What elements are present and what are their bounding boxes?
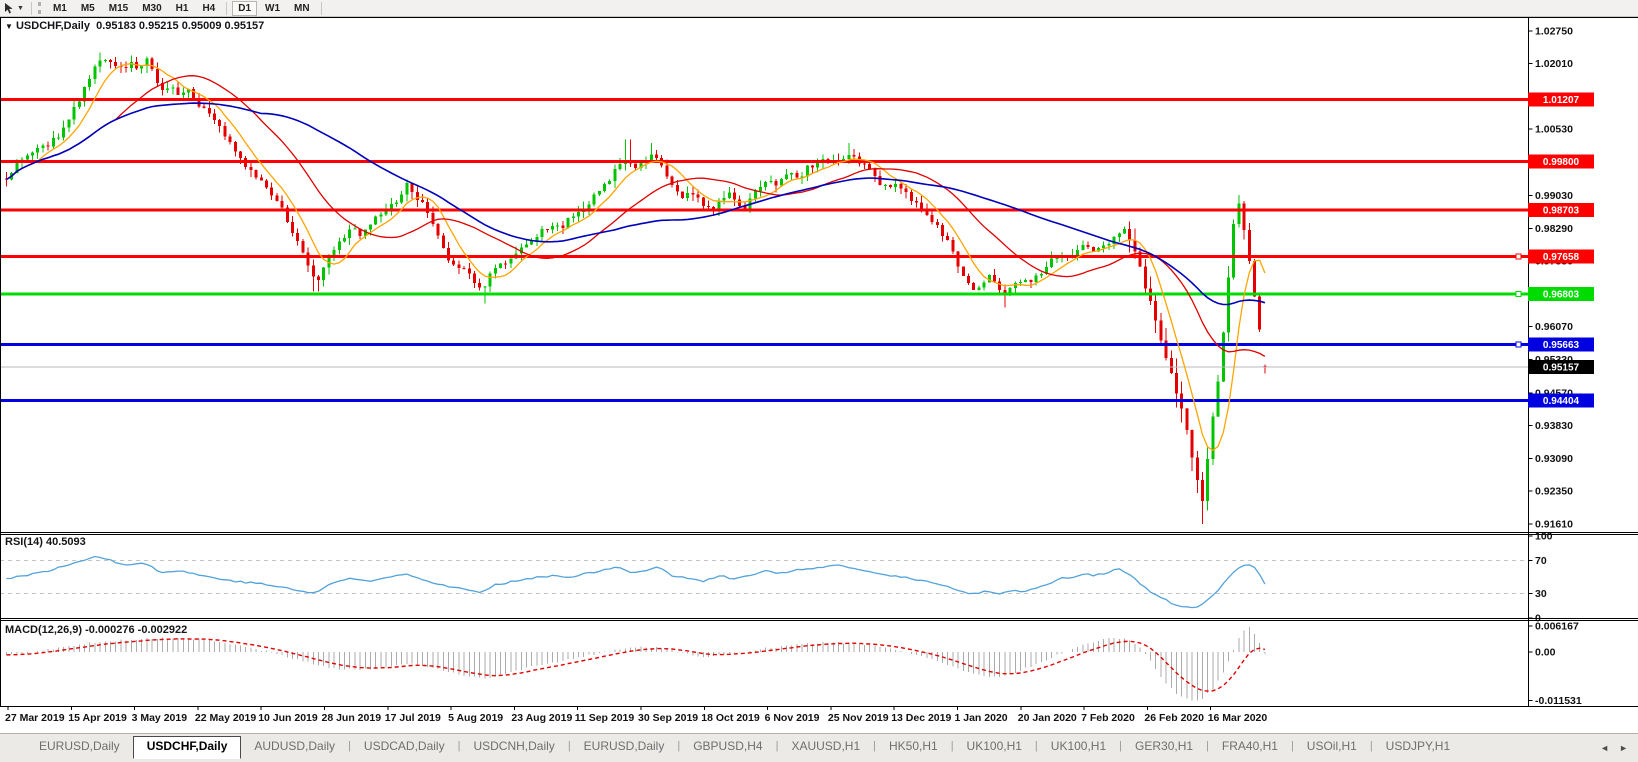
rsi-tick-label: 30 xyxy=(1535,588,1547,600)
chart-tab-bar: ◄ ► EURUSD,Daily USDCHF,Daily AUDUSD,Daily |… xyxy=(0,733,1638,762)
macd-tick-label: -0.011531 xyxy=(1535,695,1582,707)
rsi-grid-lines xyxy=(0,560,1528,594)
chart-tab-usdchf-daily[interactable]: USDCHF,Daily xyxy=(132,736,242,759)
date-tick-label: 3 May 2019 xyxy=(132,712,188,724)
pane-borders xyxy=(0,17,1638,707)
timeframe-button-m15[interactable]: M15 xyxy=(103,1,134,16)
chart-tab-hk50-h1[interactable]: HK50,H1 xyxy=(876,737,951,757)
price-tick-label: 0.91610 xyxy=(1535,518,1573,530)
rsi-tick-label: 100 xyxy=(1535,531,1553,543)
chart-tab-audusd-daily[interactable]: AUDUSD,Daily xyxy=(241,737,348,757)
date-tick-label: 6 Nov 2019 xyxy=(765,712,820,724)
timeframe-button-mn[interactable]: MN xyxy=(288,1,316,16)
macd-tick-label: 0.006167 xyxy=(1535,620,1579,632)
candles-layer xyxy=(5,52,1267,524)
timeframe-button-w1[interactable]: W1 xyxy=(259,1,286,16)
tab-scroll-arrows: ◄ ► xyxy=(1590,743,1628,753)
rsi-tick-label: 70 xyxy=(1535,555,1547,567)
price-tick-label: 0.96070 xyxy=(1535,321,1573,333)
chart-tab-uk100-h1[interactable]: UK100,H1 xyxy=(954,737,1035,757)
svg-text:0.95157: 0.95157 xyxy=(1543,362,1580,373)
cursor-tool-icon[interactable] xyxy=(3,2,15,15)
level-handles[interactable] xyxy=(1515,253,1522,348)
price-tick-label: 0.92350 xyxy=(1535,486,1573,498)
price-tick-label: 1.02010 xyxy=(1535,58,1573,70)
svg-text:0.95663: 0.95663 xyxy=(1543,340,1580,351)
toolbar-separator xyxy=(30,1,32,15)
mt4-terminal: { "toolbar": { "cursor_tool_name": "curs… xyxy=(0,0,1638,762)
date-tick-label: 28 Jun 2019 xyxy=(322,712,382,724)
svg-text:1.01207: 1.01207 xyxy=(1543,95,1580,106)
macd-tick-label: 0.00 xyxy=(1535,647,1556,659)
date-tick-label: 10 Jun 2019 xyxy=(258,712,318,724)
date-tick-label: 7 Feb 2020 xyxy=(1081,712,1135,724)
tab-scroll-right-icon[interactable]: ► xyxy=(1619,743,1628,753)
macd-histogram xyxy=(6,627,1266,701)
rsi-line xyxy=(6,555,1266,609)
tab-scroll-left-icon[interactable]: ◄ xyxy=(1600,743,1609,753)
svg-text:0.98703: 0.98703 xyxy=(1543,206,1580,217)
chart-tab-usdjpy-h1[interactable]: USDJPY,H1 xyxy=(1373,737,1463,757)
svg-text:0.99800: 0.99800 xyxy=(1543,157,1580,168)
date-tick-label: 5 Aug 2019 xyxy=(448,712,503,724)
cursor-dropdown-caret-icon[interactable]: ▼ xyxy=(17,5,24,12)
chart-tab-xauusd-h1[interactable]: XAUUSD,H1 xyxy=(778,737,873,757)
svg-text:0.97658: 0.97658 xyxy=(1543,252,1580,263)
pane-separator[interactable] xyxy=(0,532,1638,621)
horizontal-level-lines[interactable] xyxy=(0,97,1528,402)
date-tick-label: 22 May 2019 xyxy=(195,712,256,724)
chart-canvas[interactable]: 1.027501.020101.005300.990300.982900.975… xyxy=(0,17,1638,733)
chart-tab-fra40-h1[interactable]: FRA40,H1 xyxy=(1209,737,1291,757)
chart-window[interactable]: 1.027501.020101.005300.990300.982900.975… xyxy=(0,17,1638,733)
chart-tab-eurusd-daily[interactable]: EURUSD,Daily xyxy=(26,737,133,757)
toolbar-separator xyxy=(226,1,228,15)
date-tick-label: 1 Jan 2020 xyxy=(955,712,1008,724)
date-tick-label: 15 Apr 2019 xyxy=(68,712,127,724)
timeframe-button-h4[interactable]: H4 xyxy=(196,1,221,16)
price-tick-label: 0.93090 xyxy=(1535,453,1573,465)
chart-tab-usdcnh-daily[interactable]: USDCNH,Daily xyxy=(460,737,567,757)
svg-text:0.94404: 0.94404 xyxy=(1543,396,1580,407)
chart-tab-uk100-h1[interactable]: UK100,H1 xyxy=(1038,737,1119,757)
date-tick-label: 23 Aug 2019 xyxy=(511,712,572,724)
date-tick-label: 18 Oct 2019 xyxy=(701,712,760,724)
date-tick-label: 17 Jul 2019 xyxy=(385,712,441,724)
date-tick-label: 27 Mar 2019 xyxy=(5,712,65,724)
date-tick-label: 16 Mar 2020 xyxy=(1208,712,1268,724)
price-tick-label: 0.98290 xyxy=(1535,223,1573,235)
date-tick-label: 11 Sep 2019 xyxy=(575,712,635,724)
timeframe-button-m30[interactable]: M30 xyxy=(136,1,167,16)
macd-signal-line xyxy=(6,638,1266,692)
toolbar-separator xyxy=(320,1,322,15)
chart-tab-gbpusd-h4[interactable]: GBPUSD,H4 xyxy=(680,737,775,757)
chart-tab-ger30-h1[interactable]: GER30,H1 xyxy=(1122,737,1206,757)
timeframe-button-d1[interactable]: D1 xyxy=(232,0,258,16)
price-tick-label: 0.93830 xyxy=(1535,420,1573,432)
price-tick-label: 1.00530 xyxy=(1535,124,1573,136)
date-tick-label: 25 Nov 2019 xyxy=(828,712,889,724)
price-tick-label: 0.99030 xyxy=(1535,190,1573,202)
toolbar-grip[interactable] xyxy=(37,2,41,14)
chart-tab-usoil-h1[interactable]: USOil,H1 xyxy=(1294,737,1370,757)
date-tick-label: 13 Dec 2019 xyxy=(891,712,951,724)
date-tick-label: 30 Sep 2019 xyxy=(638,712,698,724)
date-axis[interactable] xyxy=(7,706,1212,711)
timeframe-button-m1[interactable]: M1 xyxy=(47,1,73,16)
chart-tab-usdcad-daily[interactable]: USDCAD,Daily xyxy=(351,737,458,757)
svg-text:0.96803: 0.96803 xyxy=(1543,290,1580,301)
timeframe-button-m5[interactable]: M5 xyxy=(75,1,101,16)
date-tick-label: 26 Feb 2020 xyxy=(1144,712,1204,724)
date-tick-label: 20 Jan 2020 xyxy=(1018,712,1077,724)
price-tick-label: 1.02750 xyxy=(1535,26,1573,38)
timeframe-toolbar: ▼ M1 M5 M15 M30 H1 H4 D1 W1 MN xyxy=(0,0,1638,17)
timeframe-buttons: M1 M5 M15 M30 H1 H4 D1 W1 MN xyxy=(46,0,326,16)
ma-mid-line xyxy=(6,75,1266,357)
chart-tab-eurusd-daily[interactable]: EURUSD,Daily xyxy=(571,737,678,757)
timeframe-button-h1[interactable]: H1 xyxy=(170,1,195,16)
